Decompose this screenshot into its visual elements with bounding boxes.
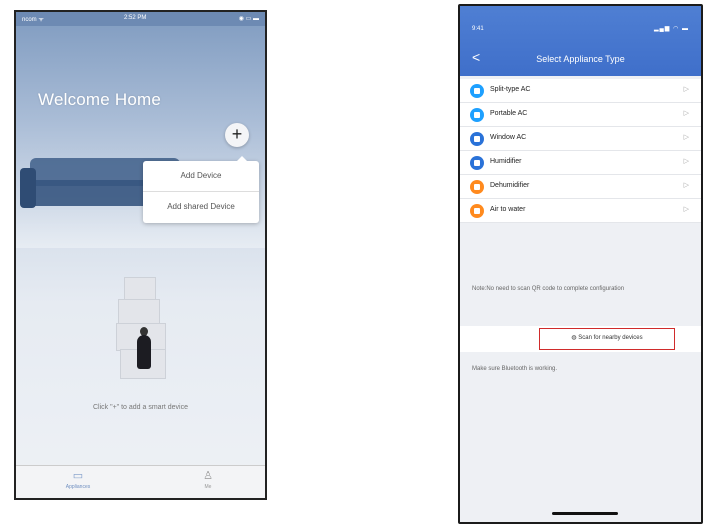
humidifier-icon [470,156,484,170]
add-button[interactable]: + [225,123,249,147]
chevron-right-icon: ▷ [683,206,689,213]
list-item[interactable]: Air to water ▷ [460,199,701,223]
ac-icon [470,132,484,146]
tab-label: Me [204,484,212,490]
page-title: Select Appliance Type [536,54,625,64]
list-item-label: Air to water [490,206,526,213]
home-screen: ncom ᯤ 2:52 PM ◉ ▭ ▬ Welcome Home + Add … [14,10,267,500]
dehumidifier-icon [470,180,484,194]
status-bar: ncom ᯤ 2:52 PM ◉ ▭ ▬ [16,12,265,26]
bluetooth-hint: Make sure Bluetooth is working. [472,366,558,372]
add-menu: Add Device Add shared Device [143,156,259,223]
select-appliance-screen: 9:41 ▂▄▆ ◠ ▬ < Select Appliance Type Spl… [458,4,703,524]
list-item[interactable]: Window AC ▷ [460,127,701,151]
person-icon: ♙ [203,470,213,482]
scan-nearby-button[interactable]: ◍ Scan for nearby devices [539,328,675,350]
appliance-list: Split-type AC ▷ Portable AC ▷ Window AC … [460,79,701,223]
tab-appliances[interactable]: ▭ Appliances [48,470,108,490]
chevron-right-icon: ▷ [683,134,689,141]
ac-icon [470,108,484,122]
list-item-label: Portable AC [490,110,528,117]
tab-label: Appliances [65,484,91,490]
chevron-right-icon: ▷ [683,86,689,93]
clock: 2:52 PM [124,15,147,21]
chevron-right-icon: ▷ [683,110,689,117]
list-item-label: Split-type AC [490,86,531,93]
list-item[interactable]: Portable AC ▷ [460,103,701,127]
tab-bar: ▭ Appliances ♙ Me [16,465,265,498]
list-item[interactable]: Humidifier ▷ [460,151,701,175]
air-to-water-icon [470,204,484,218]
nav-header: 9:41 ▂▄▆ ◠ ▬ < Select Appliance Type [460,6,701,76]
add-shared-device-item[interactable]: Add shared Device [143,191,259,222]
battery-icon: ◉ ▭ ▬ [238,16,259,22]
chevron-right-icon: ▷ [683,182,689,189]
ac-icon [470,84,484,98]
list-item-label: Window AC [490,134,527,141]
list-item-label: Humidifier [490,158,522,165]
list-item[interactable]: Split-type AC ▷ [460,79,701,103]
clock: 9:41 [472,26,484,32]
carrier-text: ncom ᯤ [22,17,44,23]
chevron-right-icon: ▷ [683,158,689,165]
signal-icon: ▂▄▆ ◠ ▬ [653,26,689,32]
add-device-item[interactable]: Add Device [143,161,259,191]
list-item[interactable]: Dehumidifier ▷ [460,175,701,199]
tab-me[interactable]: ♙ Me [178,470,238,490]
note-text: Note:No need to scan QR code to complete… [472,286,625,292]
home-indicator [552,512,618,515]
empty-state-illustration [116,277,176,387]
appliances-icon: ▭ [72,470,84,482]
page-title: Welcome Home [38,90,162,109]
list-item-label: Dehumidifier [490,182,530,189]
empty-hint: Click "+" to add a smart device [92,404,189,411]
